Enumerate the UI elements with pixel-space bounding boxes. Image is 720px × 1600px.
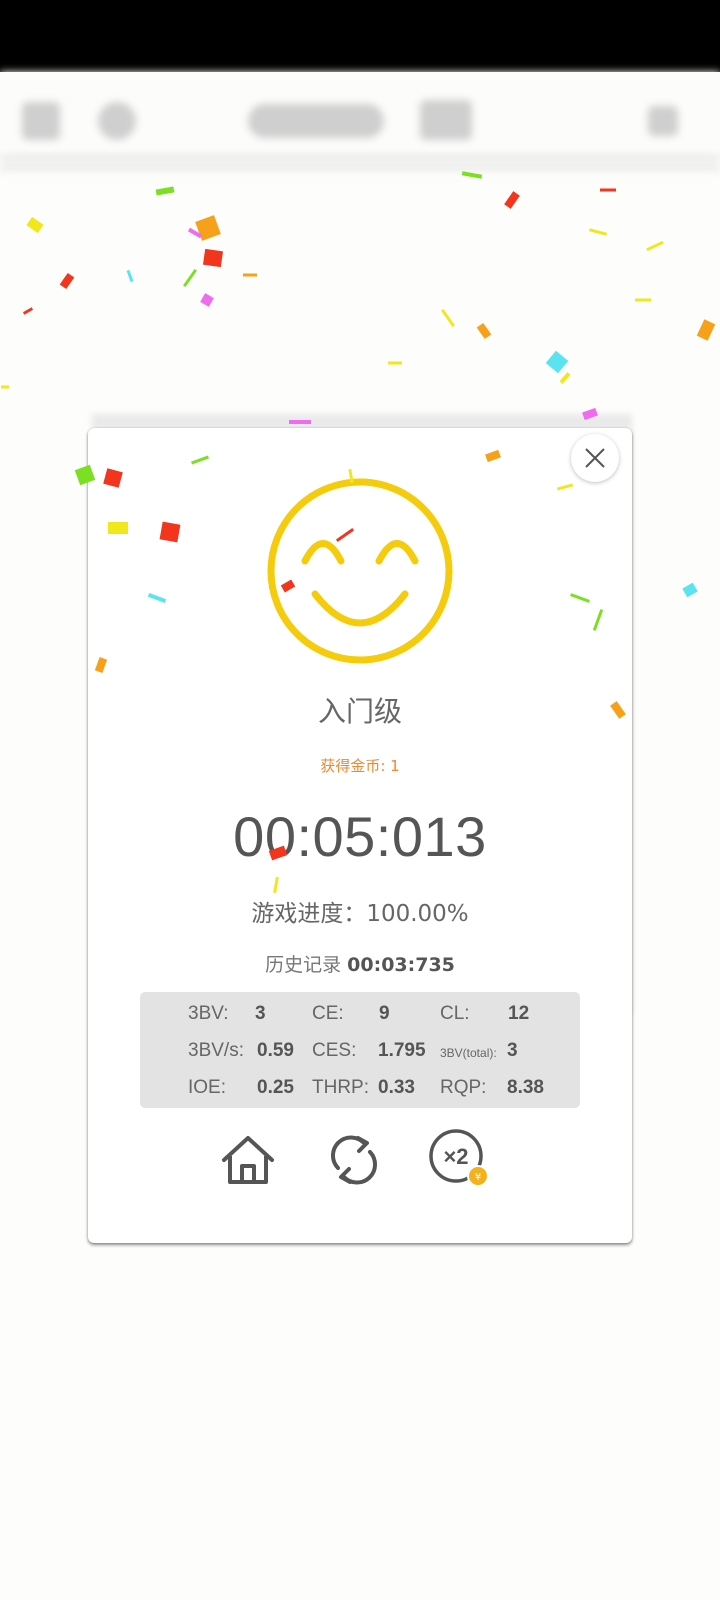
confetti-piece bbox=[588, 228, 608, 236]
double-coins-icon: ×2 ¥ bbox=[429, 1129, 489, 1187]
history-value: 00:03:735 bbox=[347, 954, 455, 976]
progress-label: 游戏进度： bbox=[251, 901, 367, 927]
confetti-piece bbox=[559, 372, 571, 384]
smiley-face-icon bbox=[267, 478, 453, 664]
confetti-piece bbox=[202, 248, 224, 268]
game-progress: 游戏进度：100.00% bbox=[88, 894, 632, 928]
stat-value: 1.795 bbox=[378, 1040, 426, 1061]
confetti-piece bbox=[388, 361, 402, 365]
stat-value: 3 bbox=[255, 1003, 266, 1024]
progress-value: 100.00% bbox=[366, 901, 469, 927]
toolbar-divider bbox=[0, 166, 720, 169]
confetti-piece bbox=[635, 298, 651, 302]
stat-value: 0.33 bbox=[378, 1077, 415, 1098]
restart-icon bbox=[330, 1135, 378, 1185]
close-button[interactable] bbox=[571, 434, 619, 482]
game-toolbar-blurred bbox=[0, 72, 720, 172]
confetti-piece bbox=[441, 308, 455, 328]
confetti-piece bbox=[545, 350, 569, 374]
confetti-piece bbox=[195, 215, 221, 241]
stat-label: THRP: bbox=[312, 1077, 369, 1098]
confetti-piece bbox=[26, 216, 44, 234]
stat-label: CE: bbox=[312, 1003, 344, 1024]
confetti-piece bbox=[1, 385, 9, 389]
coins-earned: 获得金币: 1 bbox=[320, 757, 400, 775]
toolbar-grid-icon bbox=[22, 102, 60, 140]
toolbar-mine-counter bbox=[420, 100, 472, 140]
multiplier-label: ×2 bbox=[443, 1144, 468, 1169]
confetti-piece bbox=[126, 269, 134, 283]
game-timer: 00:05:013 bbox=[233, 805, 487, 868]
stat-value: 8.38 bbox=[507, 1077, 544, 1098]
stat-value: 0.25 bbox=[257, 1077, 294, 1098]
stat-label: CES: bbox=[312, 1040, 357, 1061]
home-button[interactable] bbox=[216, 1128, 280, 1192]
confetti-piece bbox=[600, 188, 616, 192]
confetti-piece bbox=[243, 273, 257, 277]
double-coins-button[interactable]: ×2 ¥ bbox=[426, 1128, 490, 1192]
confetti-piece bbox=[476, 322, 492, 340]
stat-label: 3BV(total): bbox=[440, 1046, 497, 1060]
confetti-piece bbox=[200, 293, 214, 307]
toolbar-timer bbox=[248, 104, 384, 138]
stat-label: 3BV/s: bbox=[188, 1040, 244, 1061]
svg-text:¥: ¥ bbox=[475, 1172, 481, 1183]
result-dialog: 入门级 获得金币: 1 00:05:013 游戏进度：100.00% 历史记录 … bbox=[88, 428, 632, 1243]
stat-value: 3 bbox=[507, 1040, 518, 1061]
status-bar bbox=[0, 0, 720, 72]
confetti-piece bbox=[183, 268, 197, 288]
confetti-piece bbox=[504, 191, 520, 209]
home-icon bbox=[222, 1136, 274, 1184]
close-icon bbox=[585, 448, 605, 468]
stat-label: 3BV: bbox=[188, 1003, 229, 1024]
toolbar-divider bbox=[0, 156, 720, 159]
confetti-piece bbox=[461, 171, 483, 179]
stat-value: 12 bbox=[508, 1003, 530, 1024]
toolbar-flag-icon bbox=[648, 106, 678, 136]
stat-label: IOE: bbox=[188, 1077, 227, 1098]
confetti-piece bbox=[187, 227, 203, 239]
stat-value: 0.59 bbox=[257, 1040, 294, 1061]
history-label: 历史记录 bbox=[265, 954, 342, 976]
stat-label: RQP: bbox=[440, 1077, 487, 1098]
level-title: 入门级 bbox=[317, 695, 402, 728]
coin-icon: ¥ bbox=[467, 1165, 489, 1187]
history-record: 历史记录 00:03:735 bbox=[88, 950, 632, 977]
confetti-piece bbox=[646, 240, 664, 252]
stat-label: CL: bbox=[440, 1003, 470, 1024]
confetti-piece bbox=[155, 186, 175, 196]
confetti-piece bbox=[59, 272, 75, 290]
confetti-piece bbox=[696, 319, 716, 341]
toolbar-settings-icon bbox=[98, 102, 136, 140]
confetti-piece bbox=[682, 582, 698, 598]
restart-button[interactable] bbox=[322, 1128, 386, 1192]
stat-value: 9 bbox=[379, 1003, 390, 1024]
stats-panel: 3BV: 3 CE: 9 CL: 12 3BV/s: 0.59 CES: 1.7… bbox=[140, 992, 580, 1108]
confetti-piece bbox=[22, 307, 34, 315]
